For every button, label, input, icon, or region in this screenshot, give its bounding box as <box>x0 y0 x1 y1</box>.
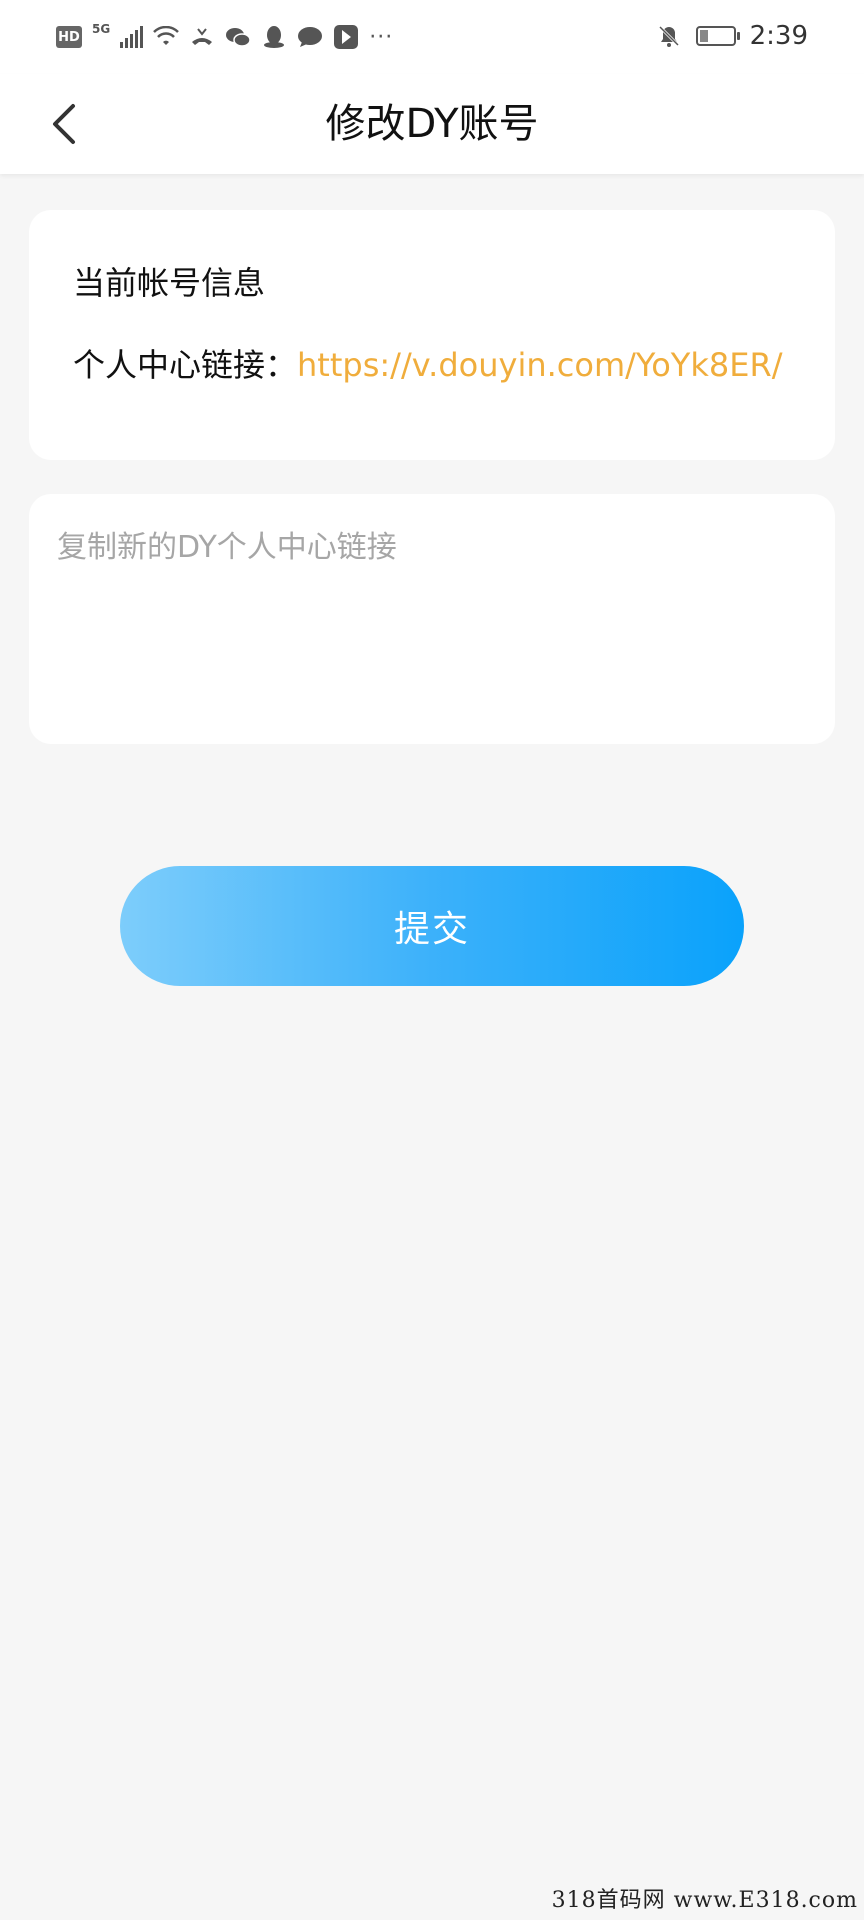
status-time: 2:39 <box>749 21 808 51</box>
wechat-icon <box>225 24 251 50</box>
new-link-card <box>29 494 835 744</box>
profile-link-value[interactable]: https://v.douyin.com/YoYk8ER/ <box>297 346 782 384</box>
submit-button[interactable]: 提交 <box>120 866 744 986</box>
profile-link-row: 个人中心链接：https://v.douyin.com/YoYk8ER/ <box>73 340 782 386</box>
status-bar: HD 5G ··· 2:39 <box>0 0 864 74</box>
current-account-title: 当前帐号信息 <box>73 264 266 302</box>
more-notifications-icon: ··· <box>369 24 394 50</box>
message-icon <box>297 24 323 50</box>
status-left: HD 5G ··· <box>56 22 393 52</box>
qq-icon <box>261 24 287 50</box>
app-header: 修改DY账号 <box>0 74 864 174</box>
mute-icon <box>656 23 682 49</box>
signal-icon <box>120 26 144 48</box>
status-right: 2:39 <box>656 18 808 54</box>
watermark-text: 318首码网 www.E318.com <box>551 1888 858 1913</box>
new-profile-link-input[interactable] <box>57 522 807 722</box>
current-account-card: 当前帐号信息 个人中心链接：https://v.douyin.com/YoYk8… <box>29 210 835 460</box>
hd-icon: HD <box>56 26 82 48</box>
network-type-label: 5G <box>92 22 111 36</box>
page-title: 修改DY账号 <box>325 101 539 147</box>
missed-call-icon <box>189 24 215 50</box>
battery-icon <box>695 26 740 46</box>
profile-link-label: 个人中心链接： <box>73 346 298 384</box>
wifi-icon <box>153 24 180 50</box>
app-icon <box>333 24 359 50</box>
